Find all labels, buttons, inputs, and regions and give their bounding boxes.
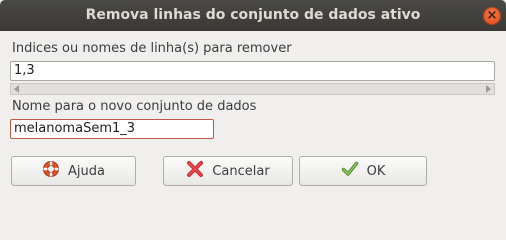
scroll-left-arrow-icon[interactable]	[14, 85, 19, 93]
scroll-right-arrow-icon[interactable]	[486, 85, 491, 93]
red-x-icon	[186, 160, 204, 182]
ok-button[interactable]: OK	[299, 156, 427, 186]
green-check-icon	[341, 160, 359, 182]
dialog-window: Remova linhas do conjunto de dados ativo…	[0, 0, 506, 213]
horizontal-scrollbar[interactable]	[10, 83, 495, 95]
new-dataset-name-input[interactable]: melanomaSem1_3	[10, 119, 214, 139]
lifebuoy-icon	[42, 160, 60, 182]
title-bar[interactable]: Remova linhas do conjunto de dados ativo…	[0, 0, 506, 31]
rows-input[interactable]: 1,3	[10, 61, 495, 81]
help-button[interactable]: Ajuda	[11, 156, 136, 186]
close-icon[interactable]: ×	[483, 7, 501, 25]
help-button-label: Ajuda	[68, 163, 105, 179]
cancel-button-label: Cancelar	[212, 163, 270, 179]
new-dataset-name-label: Nome para o novo conjunto de dados	[12, 99, 257, 114]
cancel-button[interactable]: Cancelar	[163, 156, 293, 186]
ok-button-label: OK	[366, 163, 386, 179]
rows-label: Indices ou nomes de linha(s) para remove…	[12, 41, 292, 56]
window-title: Remova linhas do conjunto de dados ativo	[85, 7, 421, 23]
